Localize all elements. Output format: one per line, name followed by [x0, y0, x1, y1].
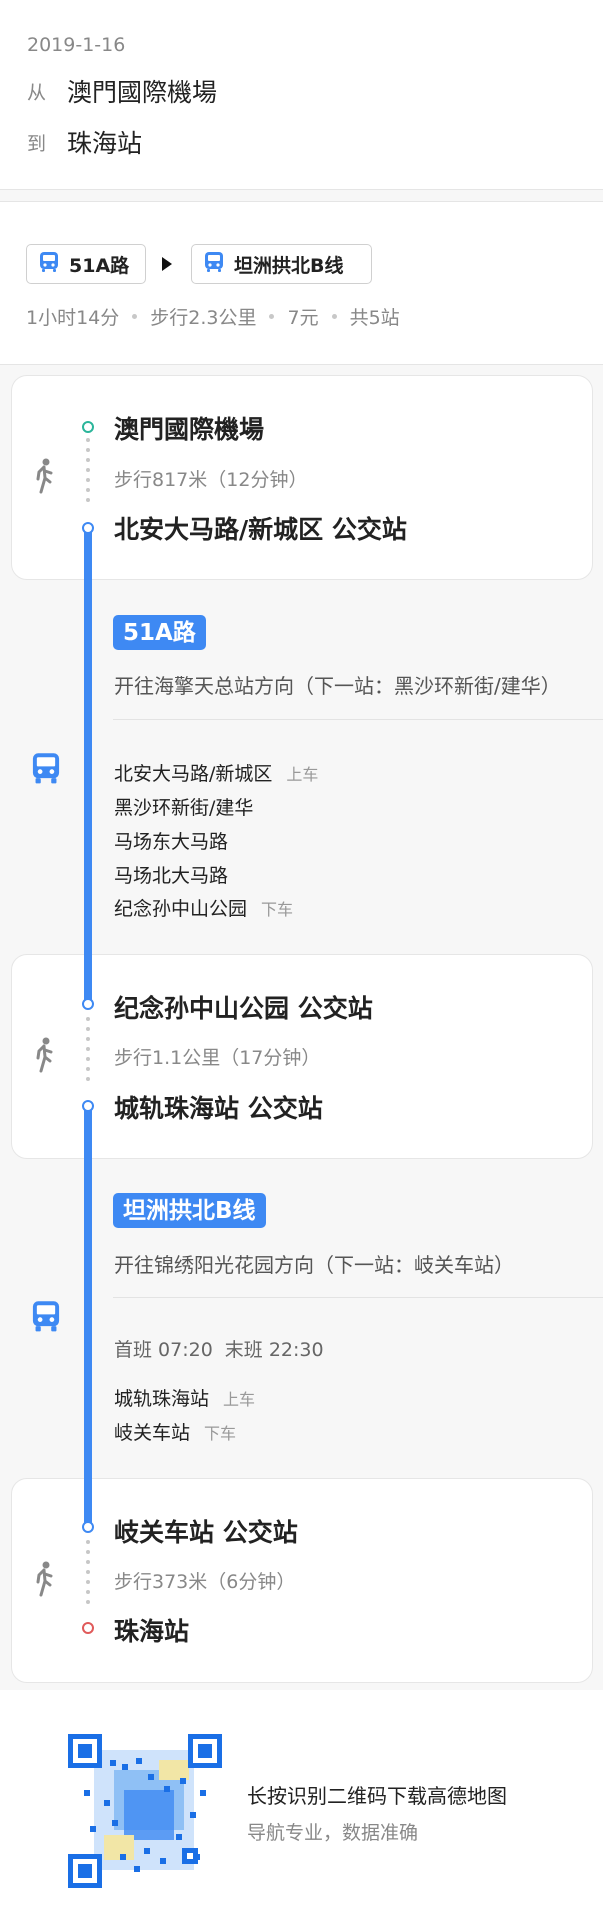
stop-node [82, 1100, 94, 1112]
station-item: 北安大马路/新城区 上车 [114, 759, 318, 786]
start-node [82, 421, 94, 433]
station-item: 城轨珠海站 上车 [114, 1384, 255, 1411]
segment-end-stop: 北安大马路/新城区 公交站 [114, 515, 407, 544]
station-item: 马场东大马路 [114, 827, 228, 854]
end-node [82, 1622, 94, 1634]
from-label: 从 [27, 81, 47, 104]
qr-code-icon[interactable] [64, 1730, 226, 1892]
walk-path-dots [86, 1540, 90, 1610]
transfer-arrow-icon [162, 257, 172, 271]
segment-start-stop: 澳門國際機場 [114, 415, 265, 444]
bus-direction: 开往锦绣阳光花园方向（下一站：岐关车站） [114, 1253, 514, 1277]
alight-tag: 下车 [204, 1424, 237, 1443]
route-detail-page: 2019-1-16 从 澳門國際機場 到 珠海站 51A路 坦洲拱北B线 1小时… [0, 0, 603, 1920]
station-name: 城轨珠海站 [114, 1388, 210, 1410]
stop-node [82, 522, 94, 534]
bus-icon [202, 250, 226, 278]
station-item: 纪念孙中山公园 下车 [114, 894, 293, 921]
walk-path-dots [86, 1017, 90, 1087]
line-chip-label: 坦洲拱北B线 [234, 254, 344, 277]
separator-dot [331, 314, 337, 319]
alight-tag: 下车 [261, 900, 294, 919]
station-name: 北安大马路/新城区 [114, 763, 273, 785]
bus-schedule: 首班 07:20 末班 22:30 [114, 1335, 336, 1362]
fare: 7元 [287, 307, 319, 329]
walk-detail: 步行1.1公里（17分钟） [114, 1047, 321, 1069]
segment-start-stop: 纪念孙中山公园 公交站 [114, 994, 373, 1023]
app-download-promo: 长按识别二维码下载高德地图 导航专业，数据准确 [0, 1690, 603, 1920]
bus-direction: 开往海擎天总站方向（下一站：黑沙环新街/建华） [114, 674, 561, 698]
route-stats: 1小时14分 步行2.3公里 7元 共5站 [26, 303, 400, 330]
route-header: 2019-1-16 从 澳門國際機場 到 珠海站 [0, 0, 603, 190]
route-summary: 51A路 坦洲拱北B线 1小时14分 步行2.3公里 7元 共5站 [0, 201, 603, 365]
line-chip-tanzhou-gongbei-b[interactable]: 坦洲拱北B线 [191, 244, 372, 284]
segment-end-stop: 城轨珠海站 公交站 [114, 1094, 323, 1123]
divider [113, 1297, 603, 1298]
walk-detail: 步行373米（6分钟） [114, 1571, 296, 1593]
station-item: 岐关车站 下车 [114, 1418, 236, 1445]
duration: 1小时14分 [26, 307, 120, 329]
last-bus-time: 末班 22:30 [224, 1339, 324, 1361]
stop-count: 共5站 [349, 307, 400, 329]
station-name: 黑沙环新街/建华 [114, 797, 254, 819]
bus-line-badge[interactable]: 51A路 [113, 615, 206, 650]
promo-subtitle: 导航专业，数据准确 [247, 1822, 419, 1844]
stop-node [82, 998, 94, 1010]
walk-icon [30, 1561, 58, 1601]
to-label: 到 [27, 132, 47, 155]
bus-line-badge[interactable]: 坦洲拱北B线 [113, 1193, 266, 1228]
first-bus-time: 首班 07:20 [114, 1339, 213, 1361]
stop-node [82, 1521, 94, 1533]
station-name: 岐关车站 [114, 1422, 191, 1444]
separator-dot [132, 314, 138, 319]
walk-icon [30, 458, 58, 498]
bus-route-line [84, 1101, 92, 1529]
walk-detail: 步行817米（12分钟） [114, 469, 308, 491]
origin-row: 从 澳門國際機場 [27, 73, 217, 109]
board-tag: 上车 [286, 765, 319, 784]
origin-name: 澳門國際機場 [67, 78, 218, 107]
bus-icon [37, 250, 61, 278]
walk-icon [30, 1037, 58, 1077]
destination-row: 到 珠海站 [27, 124, 142, 160]
walk-distance: 步行2.3公里 [150, 307, 257, 329]
line-chip-label: 51A路 [69, 254, 130, 277]
line-chip-51a[interactable]: 51A路 [26, 244, 146, 284]
divider [113, 719, 603, 720]
trip-date: 2019-1-16 [27, 34, 126, 56]
segment-start-stop: 岐关车站 公交站 [114, 1518, 298, 1547]
station-item: 黑沙环新街/建华 [114, 793, 253, 820]
bus-icon [30, 1300, 62, 1338]
separator-dot [269, 314, 275, 319]
promo-title: 长按识别二维码下载高德地图 [247, 1784, 507, 1808]
station-name: 马场北大马路 [114, 865, 229, 887]
bus-route-line [84, 523, 92, 1006]
station-name: 马场东大马路 [114, 831, 229, 853]
bus-icon [30, 752, 62, 790]
board-tag: 上车 [223, 1390, 256, 1409]
station-name: 纪念孙中山公园 [114, 898, 248, 920]
walk-path-dots [86, 438, 90, 508]
segment-end-stop: 珠海站 [114, 1617, 190, 1646]
destination-name: 珠海站 [67, 129, 143, 158]
walk-segment-card[interactable] [11, 1478, 593, 1683]
station-item: 马场北大马路 [114, 861, 228, 888]
